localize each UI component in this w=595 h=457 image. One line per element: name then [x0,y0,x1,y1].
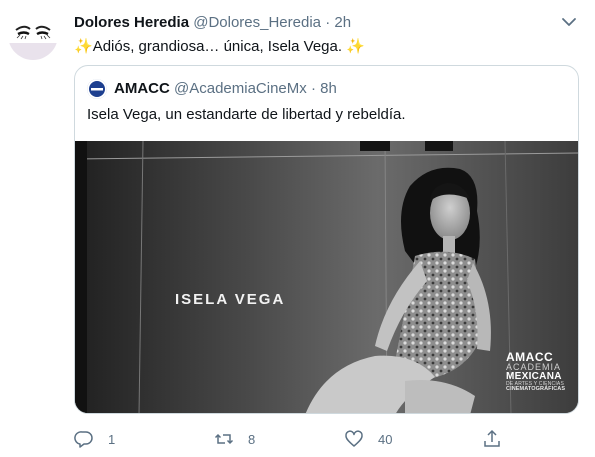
quoted-tweet[interactable]: AMACC @AcademiaCineMx · 8h Isela Vega, u… [74,65,579,414]
quoted-time[interactable]: 8h [320,80,337,97]
retweet-button[interactable]: 8 [214,428,255,450]
retweet-icon [214,433,234,445]
share-icon [484,429,500,447]
video-thumbnail[interactable]: ISELA VEGA AMACC ACADEMIA MEXICANA DE AR… [75,141,578,413]
quoted-author-name[interactable]: AMACC [114,80,170,97]
chevron-down-icon [562,18,576,26]
share-button[interactable] [482,428,516,450]
separator-dot: · [325,14,331,31]
author-handle[interactable]: @Dolores_Heredia [193,14,321,31]
amacc-avatar[interactable] [87,79,107,99]
like-button[interactable]: 40 [344,428,392,450]
quoted-author-handle[interactable]: @AcademiaCineMx [174,80,307,97]
face-sketch-avatar-icon [8,10,58,60]
tweet-body: Adiós, grandiosa… única, Isela Vega. [92,38,343,55]
like-count: 40 [378,431,393,447]
more-options-button[interactable] [559,12,579,32]
video-caption: ISELA VEGA [175,291,286,308]
tweet-time[interactable]: 2h [334,14,351,31]
reply-count: 1 [108,431,116,447]
logo-line: CINEMATOGRÁFICAS [506,386,566,392]
sparkles-emoji: ✨ [74,38,93,55]
sparkles-emoji: ✨ [346,38,365,55]
quoted-text: Isela Vega, un estandarte de libertad y … [87,106,406,123]
tweet-text: ✨Adiós, grandiosa… única, Isela Vega. ✨ [74,37,365,57]
separator-dot: · [310,80,316,97]
avatar[interactable] [8,10,58,60]
retweet-count: 8 [248,431,256,447]
tweet-header: Dolores Heredia @Dolores_Heredia · 2h [74,14,351,32]
reply-button[interactable]: 1 [74,428,115,450]
tweet-card[interactable]: Dolores Heredia @Dolores_Heredia · 2h ✨A… [0,0,595,457]
action-bar: 1 8 40 [74,428,554,450]
reply-icon [74,431,93,448]
quoted-header: AMACC @AcademiaCineMx · 8h [114,80,337,98]
video-still-image [75,141,578,413]
heart-icon [345,430,363,447]
author-name[interactable]: Dolores Heredia [74,14,189,31]
amacc-logo: AMACC ACADEMIA MEXICANA DE ARTES Y CIENC… [506,351,576,393]
